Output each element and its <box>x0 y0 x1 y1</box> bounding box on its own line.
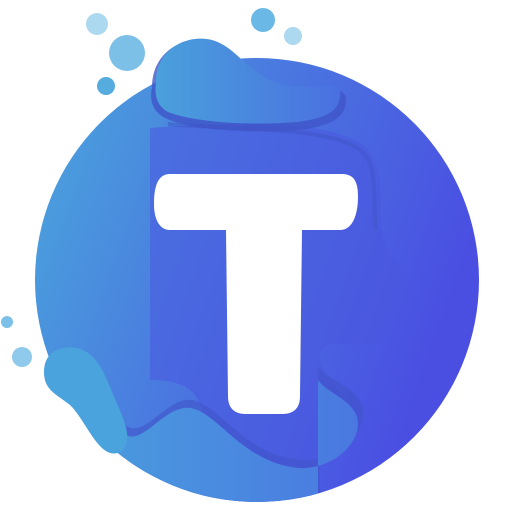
app-icon-canvas <box>0 0 512 512</box>
bubble-7 <box>12 347 32 367</box>
t-logo-icon <box>1 8 479 502</box>
bubble-4 <box>251 8 275 32</box>
bubble-6 <box>1 316 13 328</box>
bubble-5 <box>284 27 302 45</box>
bubble-3 <box>97 77 115 95</box>
bubble-1 <box>86 13 108 35</box>
bubble-2 <box>109 35 145 71</box>
